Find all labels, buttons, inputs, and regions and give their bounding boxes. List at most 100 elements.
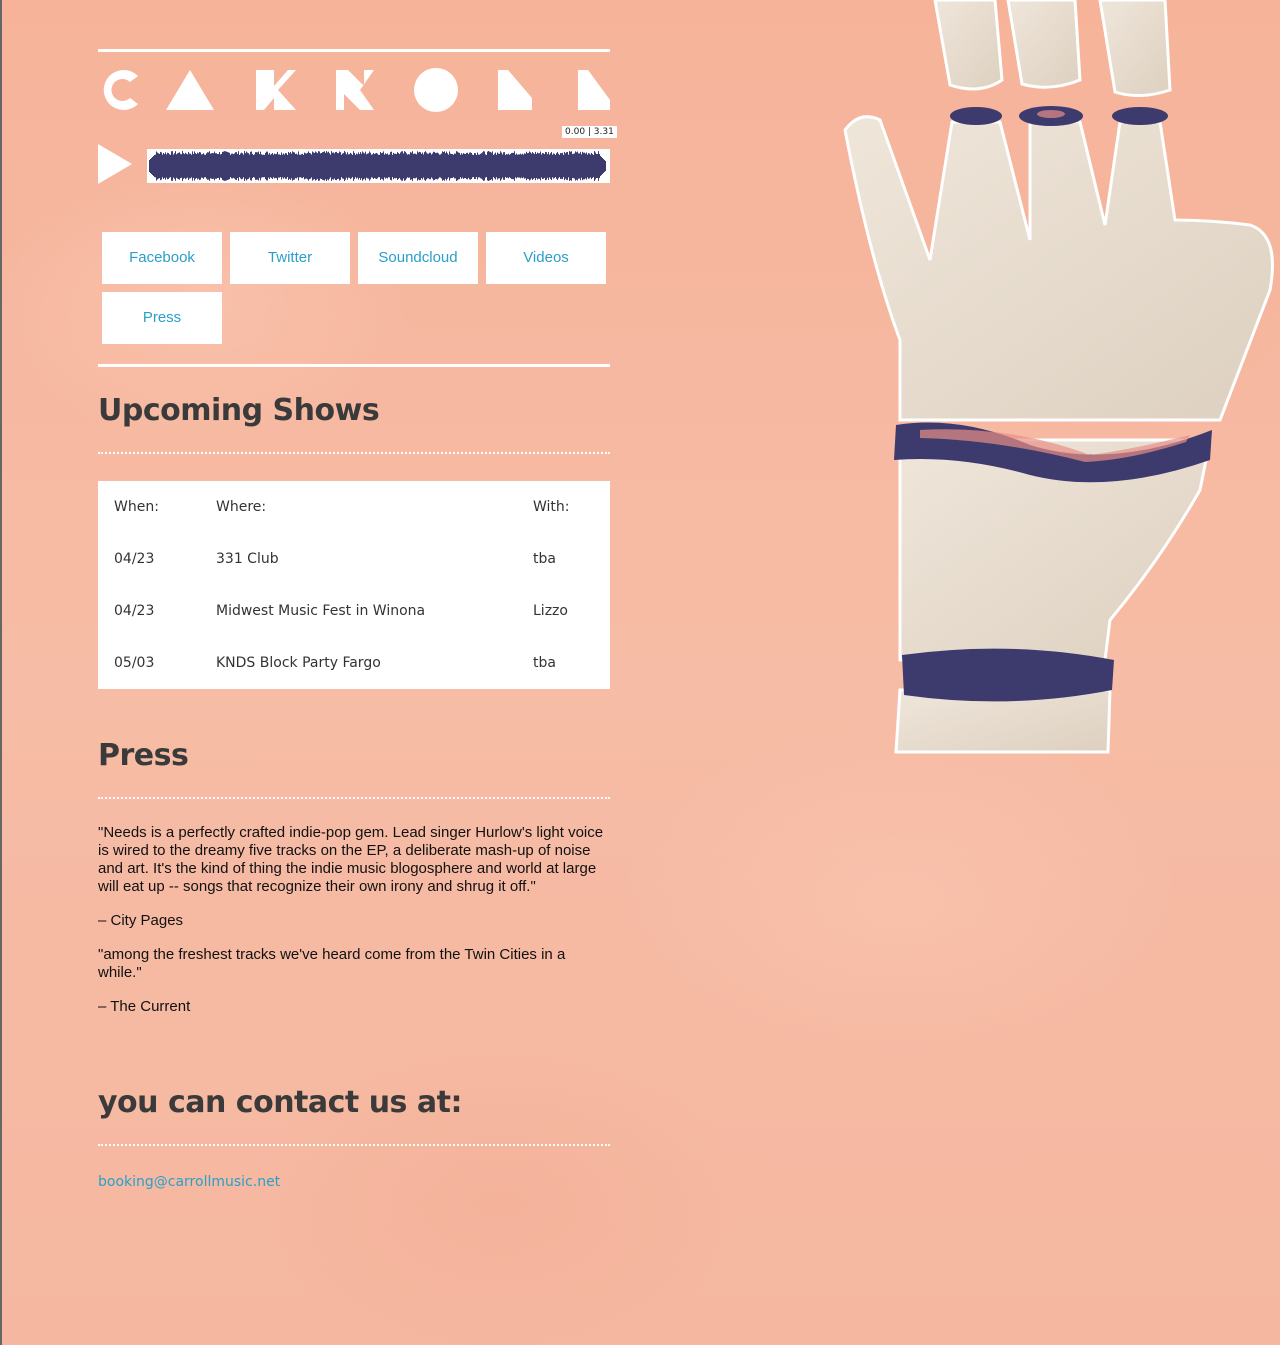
waveform-bar: [186, 153, 187, 179]
waveform-bar: [402, 151, 403, 181]
waveform-bar: [275, 154, 276, 178]
waveform-bar: [428, 153, 429, 179]
waveform-bar: [272, 153, 273, 179]
waveform-bar: [497, 152, 498, 180]
waveform-bar: [498, 153, 499, 179]
waveform-bar: [357, 154, 358, 178]
waveform-bar: [300, 154, 301, 178]
waveform-bar: [465, 154, 466, 178]
press-quote: "Needs is a perfectly crafted indie-pop …: [98, 824, 604, 895]
waveform-bar: [472, 154, 473, 178]
waveform-bar: [554, 153, 555, 179]
press-source: – City Pages: [98, 912, 184, 929]
waveform-bar: [451, 154, 452, 178]
waveform-bar: [429, 152, 430, 180]
nav-soundcloud-button[interactable]: Soundcloud: [358, 232, 478, 284]
waveform-bar: [266, 151, 267, 181]
waveform-bar: [319, 151, 320, 181]
waveform-bar: [422, 152, 423, 180]
waveform-bar: [297, 154, 298, 178]
waveform-bar: [514, 151, 515, 181]
waveform-bar: [367, 153, 368, 179]
waveform-bar: [411, 152, 412, 180]
waveform-bar: [183, 153, 184, 179]
waveform-bar: [485, 154, 486, 178]
waveform-bar: [329, 153, 330, 179]
waveform-bar: [358, 152, 359, 180]
waveform-bar: [344, 151, 345, 181]
waveform-bar: [530, 152, 531, 180]
audio-waveform[interactable]: [147, 149, 610, 183]
waveform-bar: [526, 151, 527, 181]
contact-email-link[interactable]: booking@carrollmusic.net: [98, 1174, 280, 1190]
nav-videos-button[interactable]: Videos: [486, 232, 606, 284]
waveform-bar: [418, 152, 419, 180]
waveform-bar: [350, 152, 351, 180]
waveform-bar: [508, 153, 509, 179]
waveform-bar: [518, 154, 519, 178]
waveform-bar: [504, 152, 505, 180]
waveform-bar: [339, 151, 340, 181]
waveform-bar: [603, 159, 604, 173]
waveform-bar: [463, 153, 464, 179]
waveform-bar: [287, 154, 288, 178]
waveform-bar: [187, 154, 188, 178]
waveform-bar: [455, 153, 456, 179]
waveform-bar: [355, 154, 356, 178]
waveform-bar: [503, 152, 504, 180]
waveform-bar: [450, 153, 451, 179]
waveform-bar: [495, 152, 496, 180]
waveform-bar: [279, 154, 280, 178]
waveform-bar: [158, 153, 159, 179]
waveform-bar: [246, 151, 247, 181]
contact-heading: you can contact us at:: [98, 1085, 462, 1120]
waveform-bar: [576, 152, 577, 180]
waveform-bar: [321, 153, 322, 179]
waveform-bar: [262, 154, 263, 178]
waveform-bar: [596, 154, 597, 178]
play-icon[interactable]: [98, 144, 132, 184]
waveform-bar: [409, 154, 410, 178]
waveform-bar: [216, 153, 217, 179]
waveform-bar: [561, 153, 562, 179]
waveform-bar: [236, 152, 237, 180]
waveform-bar: [252, 153, 253, 179]
press-quote: "among the freshest tracks we've heard c…: [98, 946, 566, 981]
waveform-bar: [233, 154, 234, 178]
waveform-bar: [590, 154, 591, 178]
waveform-bar: [351, 153, 352, 179]
waveform-bar: [393, 152, 394, 180]
waveform-bar: [585, 153, 586, 179]
waveform-bar: [292, 151, 293, 181]
waveform-bar: [509, 154, 510, 178]
nav-press-button[interactable]: Press: [102, 292, 222, 344]
waveform-bar: [249, 154, 250, 178]
waveform-bar: [591, 152, 592, 180]
press-quotes: "Needs is a perfectly crafted indie-pop …: [98, 824, 610, 1032]
waveform-bar: [602, 158, 603, 174]
waveform-bar: [179, 152, 180, 180]
waveform-bar: [412, 151, 413, 181]
waveform-bar: [570, 151, 571, 181]
waveform-bar: [214, 151, 215, 181]
nav-twitter-button[interactable]: Twitter: [230, 232, 350, 284]
waveform-bar: [460, 154, 461, 178]
waveform-bar: [461, 153, 462, 179]
waveform-bar: [441, 153, 442, 179]
show-with: Lizzo: [533, 603, 568, 619]
waveform-bar: [577, 151, 578, 181]
waveform-bar: [337, 152, 338, 180]
waveform-bar: [562, 152, 563, 180]
shows-divider: [98, 452, 610, 454]
waveform-bar: [556, 153, 557, 179]
waveform-bar: [381, 153, 382, 179]
waveform-bar: [448, 154, 449, 178]
window-edge: [0, 0, 2, 1345]
waveform-bar: [443, 151, 444, 181]
waveform-bar: [361, 153, 362, 179]
waveform-bar: [280, 154, 281, 178]
waveform-bar: [244, 151, 245, 181]
waveform-bar: [446, 151, 447, 181]
nav-facebook-button[interactable]: Facebook: [102, 232, 222, 284]
waveform-bar: [397, 152, 398, 180]
